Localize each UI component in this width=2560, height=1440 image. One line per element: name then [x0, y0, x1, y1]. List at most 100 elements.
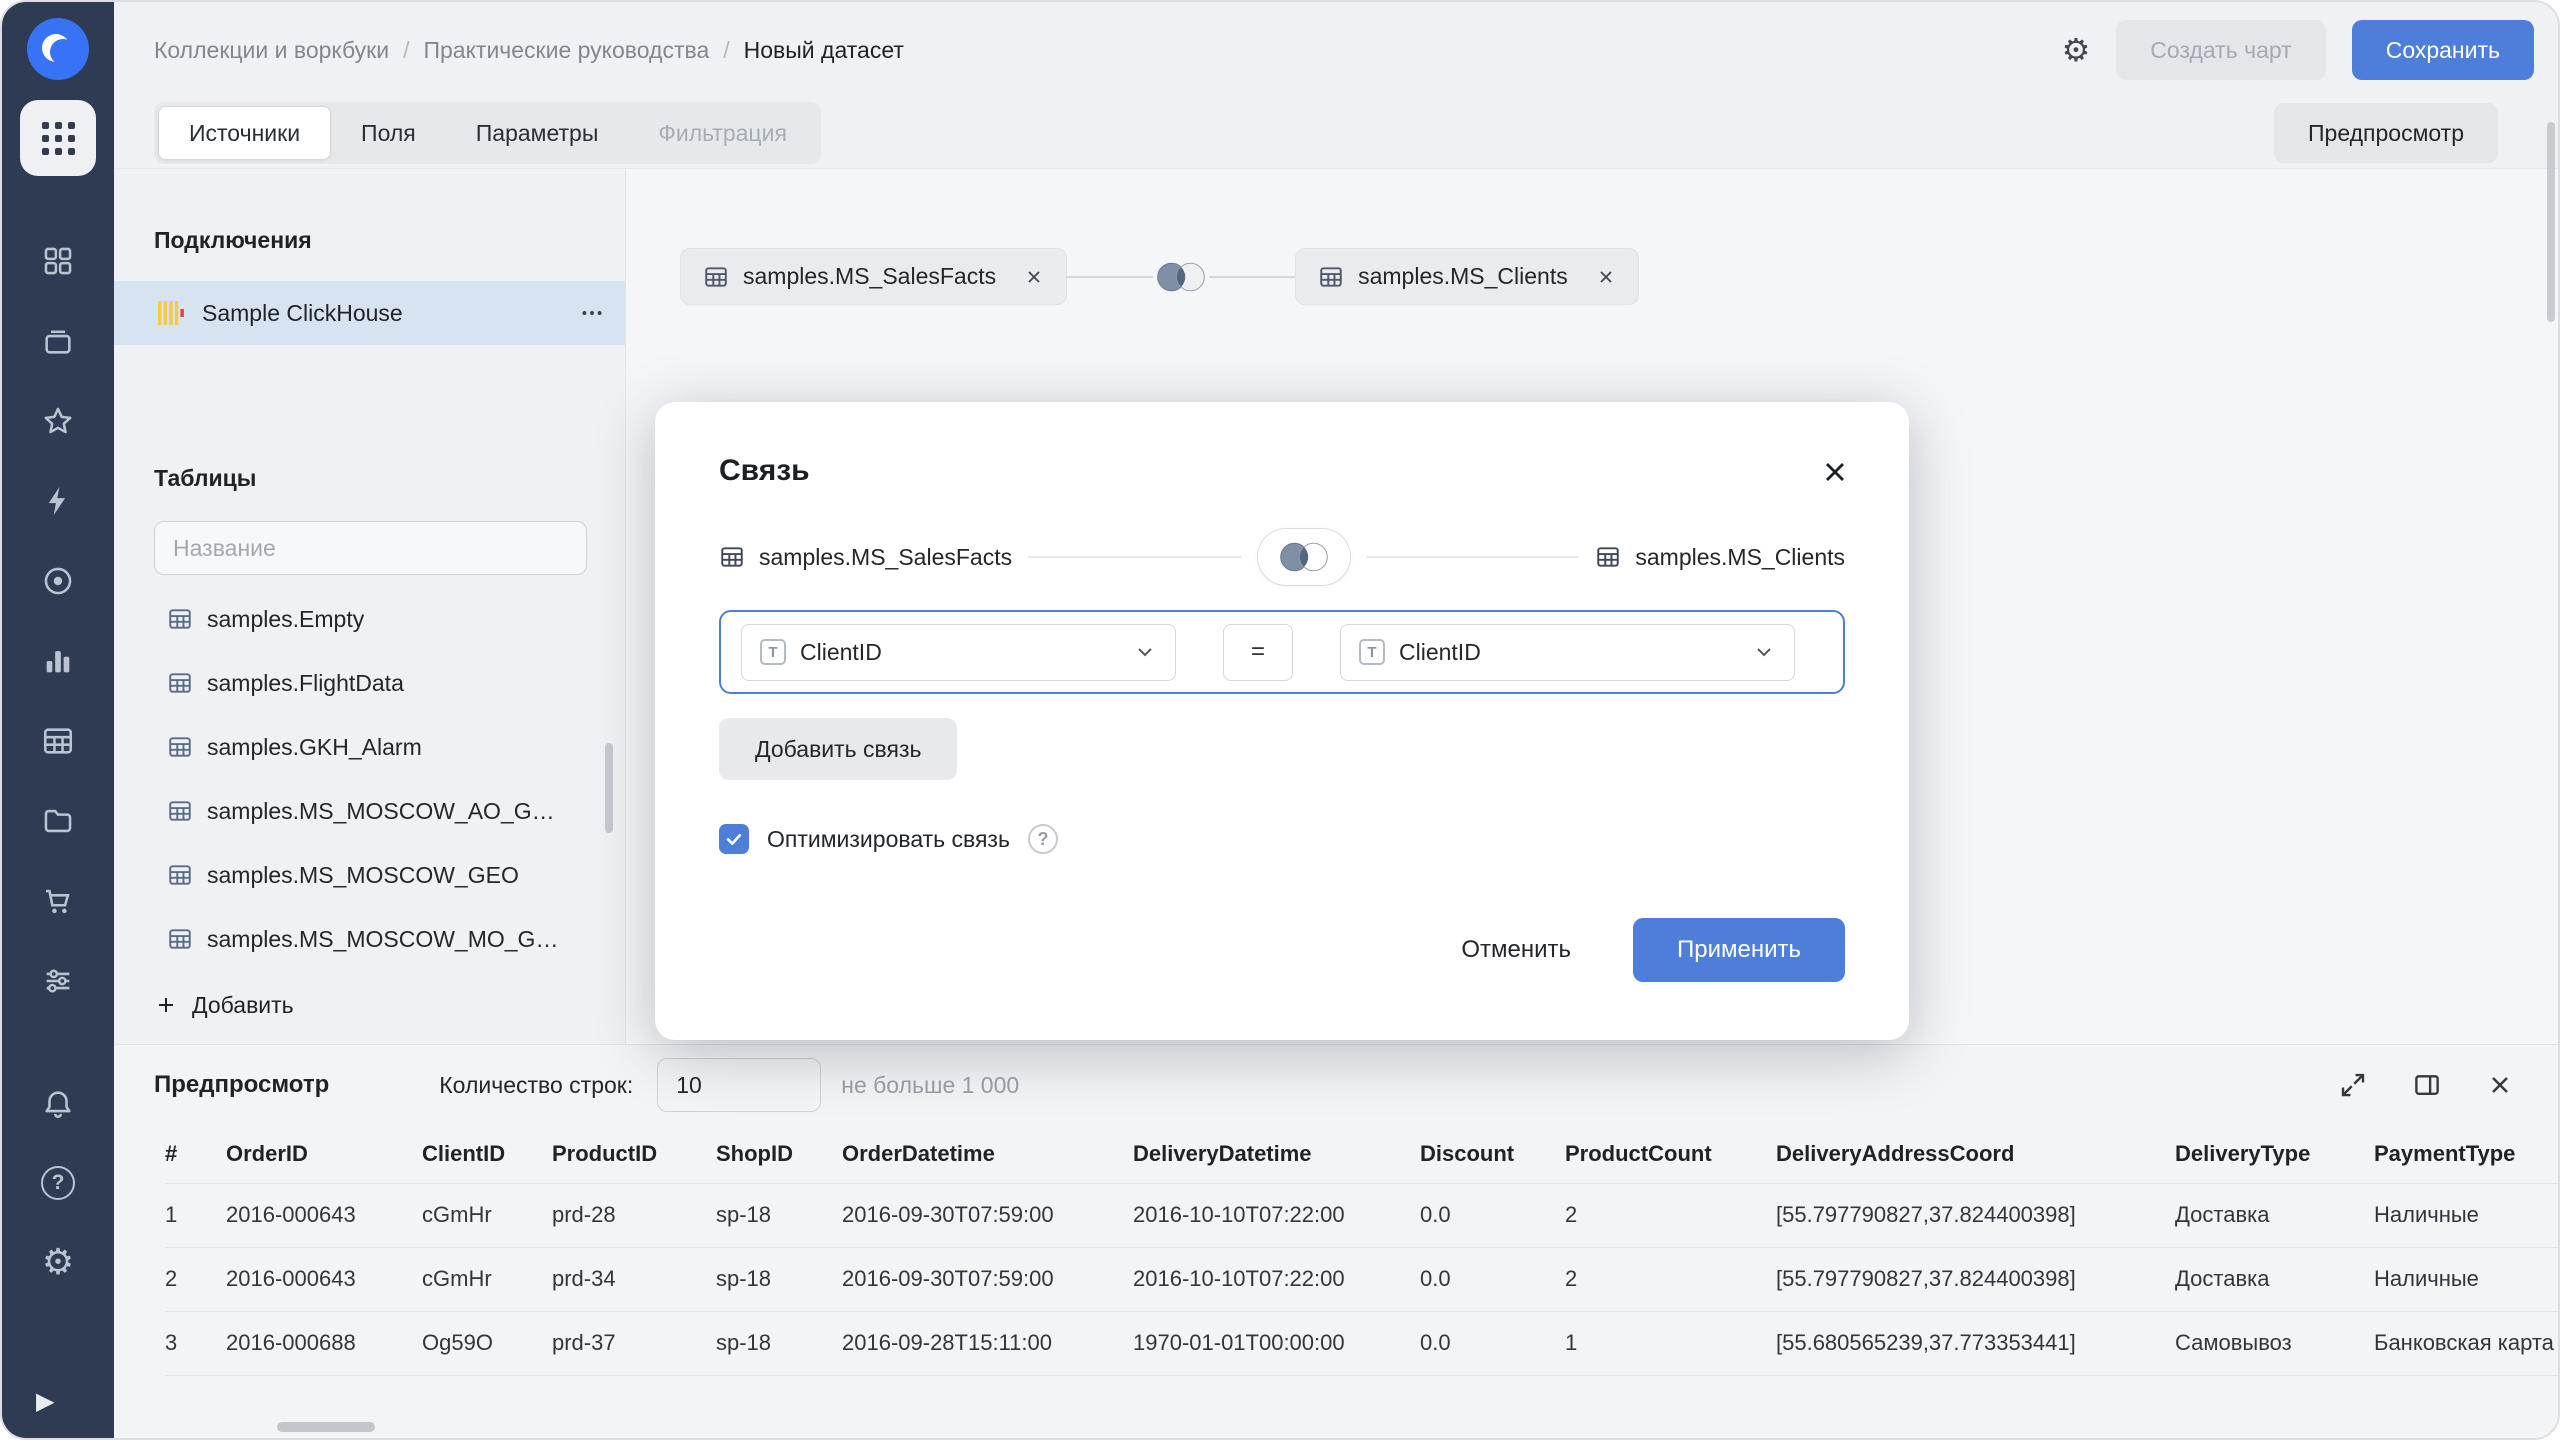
connection-item[interactable]: Sample ClickHouse: [114, 281, 625, 345]
table-icon: [167, 926, 193, 952]
join-type-icon: [1276, 539, 1332, 575]
left-field-select[interactable]: T ClientID: [741, 624, 1176, 681]
cancel-button[interactable]: Отменить: [1435, 918, 1597, 982]
sources-panel: Подключения Sample ClickHouse Таблицы sa…: [114, 169, 626, 1044]
plus-icon: [154, 993, 178, 1017]
create-chart-button[interactable]: Создать чарт: [2116, 20, 2325, 80]
dataset-settings-gear-icon[interactable]: ⚙: [2062, 34, 2091, 66]
connection-name: Sample ClickHouse: [202, 300, 403, 327]
column-header: ClientID: [422, 1125, 552, 1183]
join-connector-line: [1028, 556, 1241, 558]
table-icon: [1595, 544, 1621, 570]
settings-gear-icon[interactable]: ⚙: [39, 1243, 77, 1281]
datasets-icon[interactable]: [39, 722, 77, 760]
tables-list-scrollbar[interactable]: [605, 743, 613, 833]
marketplace-icon[interactable]: [39, 882, 77, 920]
table-icon: [703, 264, 729, 290]
row-count-input[interactable]: [657, 1058, 821, 1112]
column-header: PaymentType: [2374, 1125, 2558, 1183]
link-dialog: Связь samples.MS_SalesFacts samp: [655, 402, 1909, 1040]
expand-preview-icon[interactable]: [2338, 1070, 2368, 1100]
table-icon: [167, 670, 193, 696]
folders-icon[interactable]: [39, 802, 77, 840]
field-type-icon: T: [1359, 639, 1385, 665]
datalens-logo[interactable]: [27, 18, 89, 80]
right-field-select[interactable]: T ClientID: [1340, 624, 1795, 681]
table-list-item[interactable]: samples.FlightData: [114, 651, 625, 715]
tab-sources[interactable]: Источники: [158, 106, 331, 160]
collections-icon[interactable]: [39, 322, 77, 360]
tab-group: Источники Поля Параметры Фильтрация: [154, 102, 821, 164]
apps-grid-icon: [42, 122, 75, 155]
table-search-input[interactable]: [154, 521, 587, 575]
apps-grid-button[interactable]: [20, 100, 96, 176]
canvas-table-salesfacts[interactable]: samples.MS_SalesFacts: [680, 248, 1067, 305]
table-icon: [167, 606, 193, 632]
dialog-title: Связь: [719, 454, 1845, 488]
save-button[interactable]: Сохранить: [2352, 20, 2534, 80]
table-list-item[interactable]: samples.GKH_Alarm: [114, 715, 625, 779]
remove-table-icon[interactable]: [1596, 267, 1616, 287]
tables-title: Таблицы: [154, 463, 625, 493]
breadcrumb-workbook[interactable]: Практические руководства: [423, 37, 709, 64]
table-icon: [1318, 264, 1344, 290]
column-header: ShopID: [716, 1125, 842, 1183]
breadcrumb-separator: /: [723, 37, 729, 64]
add-table-button[interactable]: Добавить: [154, 981, 294, 1029]
table-icon: [167, 734, 193, 760]
page-scrollbar[interactable]: [2547, 122, 2555, 322]
breadcrumb-collections[interactable]: Коллекции и воркбуки: [154, 37, 389, 64]
preview-title: Предпросмотр: [154, 1071, 329, 1099]
optimize-checkbox[interactable]: [719, 824, 749, 854]
close-dialog-icon[interactable]: [1819, 456, 1851, 488]
horizontal-scrollbar[interactable]: [277, 1422, 375, 1432]
favorites-icon[interactable]: [39, 402, 77, 440]
optimize-help-icon[interactable]: ?: [1028, 824, 1058, 854]
tab-parameters[interactable]: Параметры: [446, 106, 629, 160]
check-icon: [724, 829, 744, 849]
column-header: OrderDatetime: [842, 1125, 1133, 1183]
add-link-button[interactable]: Добавить связь: [719, 718, 957, 780]
join-type-icon[interactable]: [1153, 259, 1209, 295]
row-count-hint: не больше 1 000: [841, 1072, 1019, 1099]
canvas-table-clients[interactable]: samples.MS_Clients: [1295, 248, 1639, 305]
preview-header: Предпросмотр Количество строк: не больше…: [114, 1045, 2558, 1125]
join-type-toggle[interactable]: [1257, 528, 1351, 586]
optimize-label: Оптимизировать связь: [767, 826, 1010, 853]
preview-table: # OrderID ClientID ProductID ShopID Orde…: [114, 1125, 2558, 1376]
connection-more-icon[interactable]: [579, 300, 605, 326]
close-preview-icon[interactable]: [2486, 1071, 2514, 1099]
tabs-row: Источники Поля Параметры Фильтрация Пред…: [114, 98, 2558, 168]
connections-icon[interactable]: [39, 482, 77, 520]
top-bar-actions: ⚙ Создать чарт Сохранить: [2062, 20, 2534, 80]
tab-fields[interactable]: Поля: [331, 106, 446, 160]
tables-list: samples.Empty samples.FlightData samples…: [114, 587, 625, 971]
sidebar-collapse-icon[interactable]: ▶: [36, 1387, 54, 1416]
settings-sliders-icon[interactable]: [39, 962, 77, 1000]
tab-filtering[interactable]: Фильтрация: [628, 106, 817, 160]
field-type-icon: T: [760, 639, 786, 665]
table-list-item[interactable]: samples.MS_MOSCOW_GEO: [114, 843, 625, 907]
table-list-item[interactable]: samples.MS_MOSCOW_MO_G…: [114, 907, 625, 971]
charts-icon[interactable]: [39, 642, 77, 680]
table-list-item[interactable]: samples.Empty: [114, 587, 625, 651]
column-header: #: [165, 1125, 226, 1183]
help-icon[interactable]: ?: [39, 1164, 77, 1202]
notifications-icon[interactable]: [39, 1085, 77, 1123]
apply-button[interactable]: Применить: [1633, 918, 1845, 982]
sidebar: ? ⚙ ▶: [2, 2, 114, 1438]
dialog-left-table: samples.MS_SalesFacts: [719, 544, 1012, 571]
operator-select[interactable]: =: [1223, 624, 1293, 681]
preview-header-row: # OrderID ClientID ProductID ShopID Orde…: [165, 1125, 2558, 1183]
connections-title: Подключения: [154, 225, 625, 255]
remove-table-icon[interactable]: [1024, 267, 1044, 287]
table-list-item[interactable]: samples.MS_MOSCOW_AO_G…: [114, 779, 625, 843]
join-connector-line: [1367, 556, 1580, 558]
widgets-icon[interactable]: [39, 242, 77, 280]
split-view-icon[interactable]: [2412, 1070, 2442, 1100]
preview-toggle-button[interactable]: Предпросмотр: [2274, 103, 2498, 163]
table-row: 2 2016-000643 cGmHr prd-34 sp-18 2016-09…: [165, 1247, 2558, 1311]
services-icon[interactable]: [39, 562, 77, 600]
breadcrumb: Коллекции и воркбуки / Практические руко…: [154, 37, 904, 64]
breadcrumb-separator: /: [403, 37, 409, 64]
